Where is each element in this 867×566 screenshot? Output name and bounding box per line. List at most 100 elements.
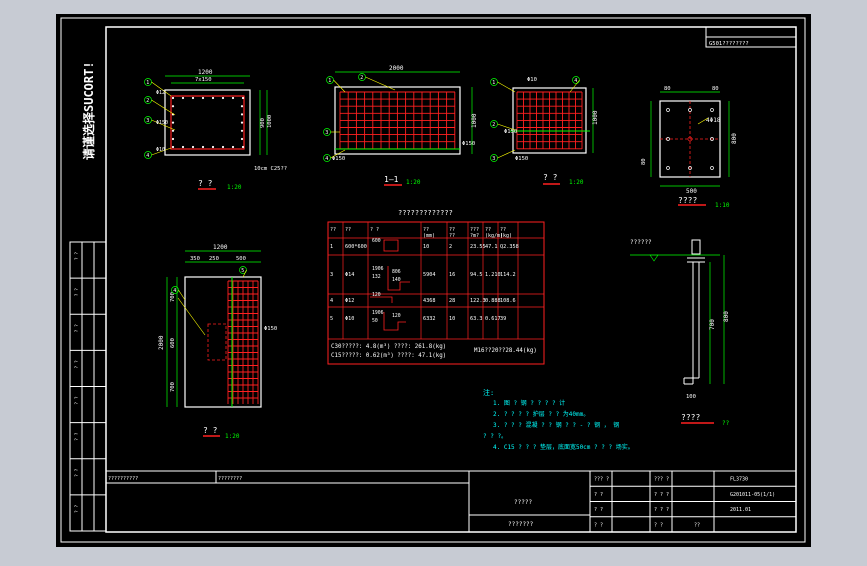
v4-title: ???? [678,196,697,205]
bar-mark-label: 1 [146,80,149,86]
tb-center-top: ????? [514,499,532,506]
rebar-dot [211,145,215,149]
table-title: ????????????? [398,209,453,217]
v5-sp: Φ150 [264,326,277,332]
tb-value: G201011-05(1/1) [730,492,775,498]
v4-w: 500 [686,188,697,195]
tb-label: ? ? [594,522,603,528]
v3-sp2: Φ150 [515,156,528,162]
rebar-dot [171,96,175,100]
v3-scale: 1:20 [569,179,584,186]
rebar-dot [240,113,244,116]
v6-mark: ?????? [630,239,652,246]
v5-overall: 1200 [213,244,228,251]
tb-value: FL3730 [730,477,748,483]
table-cell: 5 [330,316,333,322]
rebar-dot [240,137,244,141]
table-cell: 108.6 [500,298,516,304]
v5-c: 500 [236,256,246,262]
top-code: G501???????? [709,41,749,47]
table-cell: 0.617 [485,316,501,322]
table-cell: 63.3 [470,316,483,322]
rebar-dot [221,145,225,149]
table-header-cell: ?? [345,227,351,233]
rebar-dot [231,96,235,100]
side-label: 请谨选择SUCORT! [81,61,96,160]
v1-dim-height: 1000 [267,115,273,128]
tb-label: ? ? [594,492,603,498]
v5-a: 350 [190,256,200,262]
drawing-canvas: G501???????? 请谨选择SUCORT! ? ? ? ? ? ? ? ? ? ?… [56,14,811,547]
bar-mark-label: 4 [325,156,328,162]
table-cell: 39 [500,316,506,322]
table-cell: Φ10 [345,316,354,322]
v5-scale: 1:20 [225,433,240,440]
rebar-dot [221,96,225,100]
table-cell: 1 [330,244,333,250]
table-cell: 122.3 [470,298,486,304]
rebar-dot [191,96,195,100]
bar-mark-label: 2 [492,122,495,128]
strip-label: ? ? [74,468,80,476]
table-cell: 1.210 [485,272,501,278]
v2-scale: 1:20 [406,179,421,186]
v4-t2: 80 [712,86,719,92]
table-cell: 4 [330,298,333,304]
table-cell: Φ12 [345,298,354,304]
v5-h2: 600 [170,338,176,348]
cad-viewport[interactable]: G501???????? 请谨选择SUCORT! ? ? ? ? ? ? ? ? ? ?… [0,0,867,562]
bar-mark-label: 4 [173,288,176,294]
bar-mark-label: 3 [325,130,328,136]
table-cell: 3 [330,272,333,278]
v2-dim-overall: 2000 [389,65,404,72]
v5-b: 250 [209,256,219,262]
v6-bot: 100 [686,394,696,400]
tb-value: 2011.01 [730,507,751,513]
v2-sp-right: Φ150 [462,141,475,147]
bar-mark-label: 4 [146,153,149,159]
bar-mark-label: 3 [146,118,149,124]
rebar-dot [241,145,245,149]
note-line: 4. C15 ? ? ? 垫层，底面宽50cm ? ? ? 场实。 [493,443,634,451]
v2-dim-height: 1000 [471,113,478,128]
table-shape-dim: 50 [372,318,378,324]
table-header-cell: ?? [330,227,336,233]
v5-h: 2000 [158,335,165,350]
table-header-cell: ?m? [470,233,479,239]
v5-h3: 700 [170,382,176,392]
note-line: ? ? ?。 [483,433,507,440]
note-line: 3. ? ? ? 混凝 ? ? 钢 ? ? - ? 钢 ， 钢 [493,421,619,429]
tb-value: ?? [694,522,700,528]
v6-title: ???? [681,413,700,422]
rebar-dot [191,145,195,149]
rebar-dot [240,121,244,124]
rebar-dot [211,96,215,100]
v1-title: ? ? [198,179,213,188]
note-line: 1. 图 ? 钢 ? ? ? ? 计 [493,399,565,407]
v2-title: 1—1 [384,175,399,184]
bar-mark-label: 1 [328,78,331,84]
v1-dia: Φ150 [156,120,168,126]
table-cell: 600*600 [345,244,367,250]
v4-t1: 80 [664,86,671,92]
table-shape-dim: 140 [392,277,401,283]
table-cell: 4368 [423,298,436,304]
tb-left-cell-2: ???????? [218,476,242,482]
table-cell: 0.888 [485,298,501,304]
table-header-cell: (kg) [500,233,512,239]
v4-bolt: 4Φ18 [706,117,721,124]
v1-dim-spacing: 7x150 [195,77,212,83]
rebar-dot [241,96,245,100]
table-summary-line: C30?????: 4.8(m³) ????: 261.8(kg) [331,343,446,350]
table-cell: 23.55 [470,244,486,250]
paper-background [56,14,811,547]
v1-dim-hleft: 900 [260,118,266,128]
table-cell: 94.5 [470,272,483,278]
v3-dim-height: 1000 [592,110,599,125]
table-shape-dim: 1906 [372,266,384,272]
v1-dim-overall: 1200 [198,69,213,76]
rebar-dot [201,96,205,100]
strip-label: ? ? [74,360,80,368]
rebar-dot [171,137,175,141]
rebar-dot [240,105,244,108]
